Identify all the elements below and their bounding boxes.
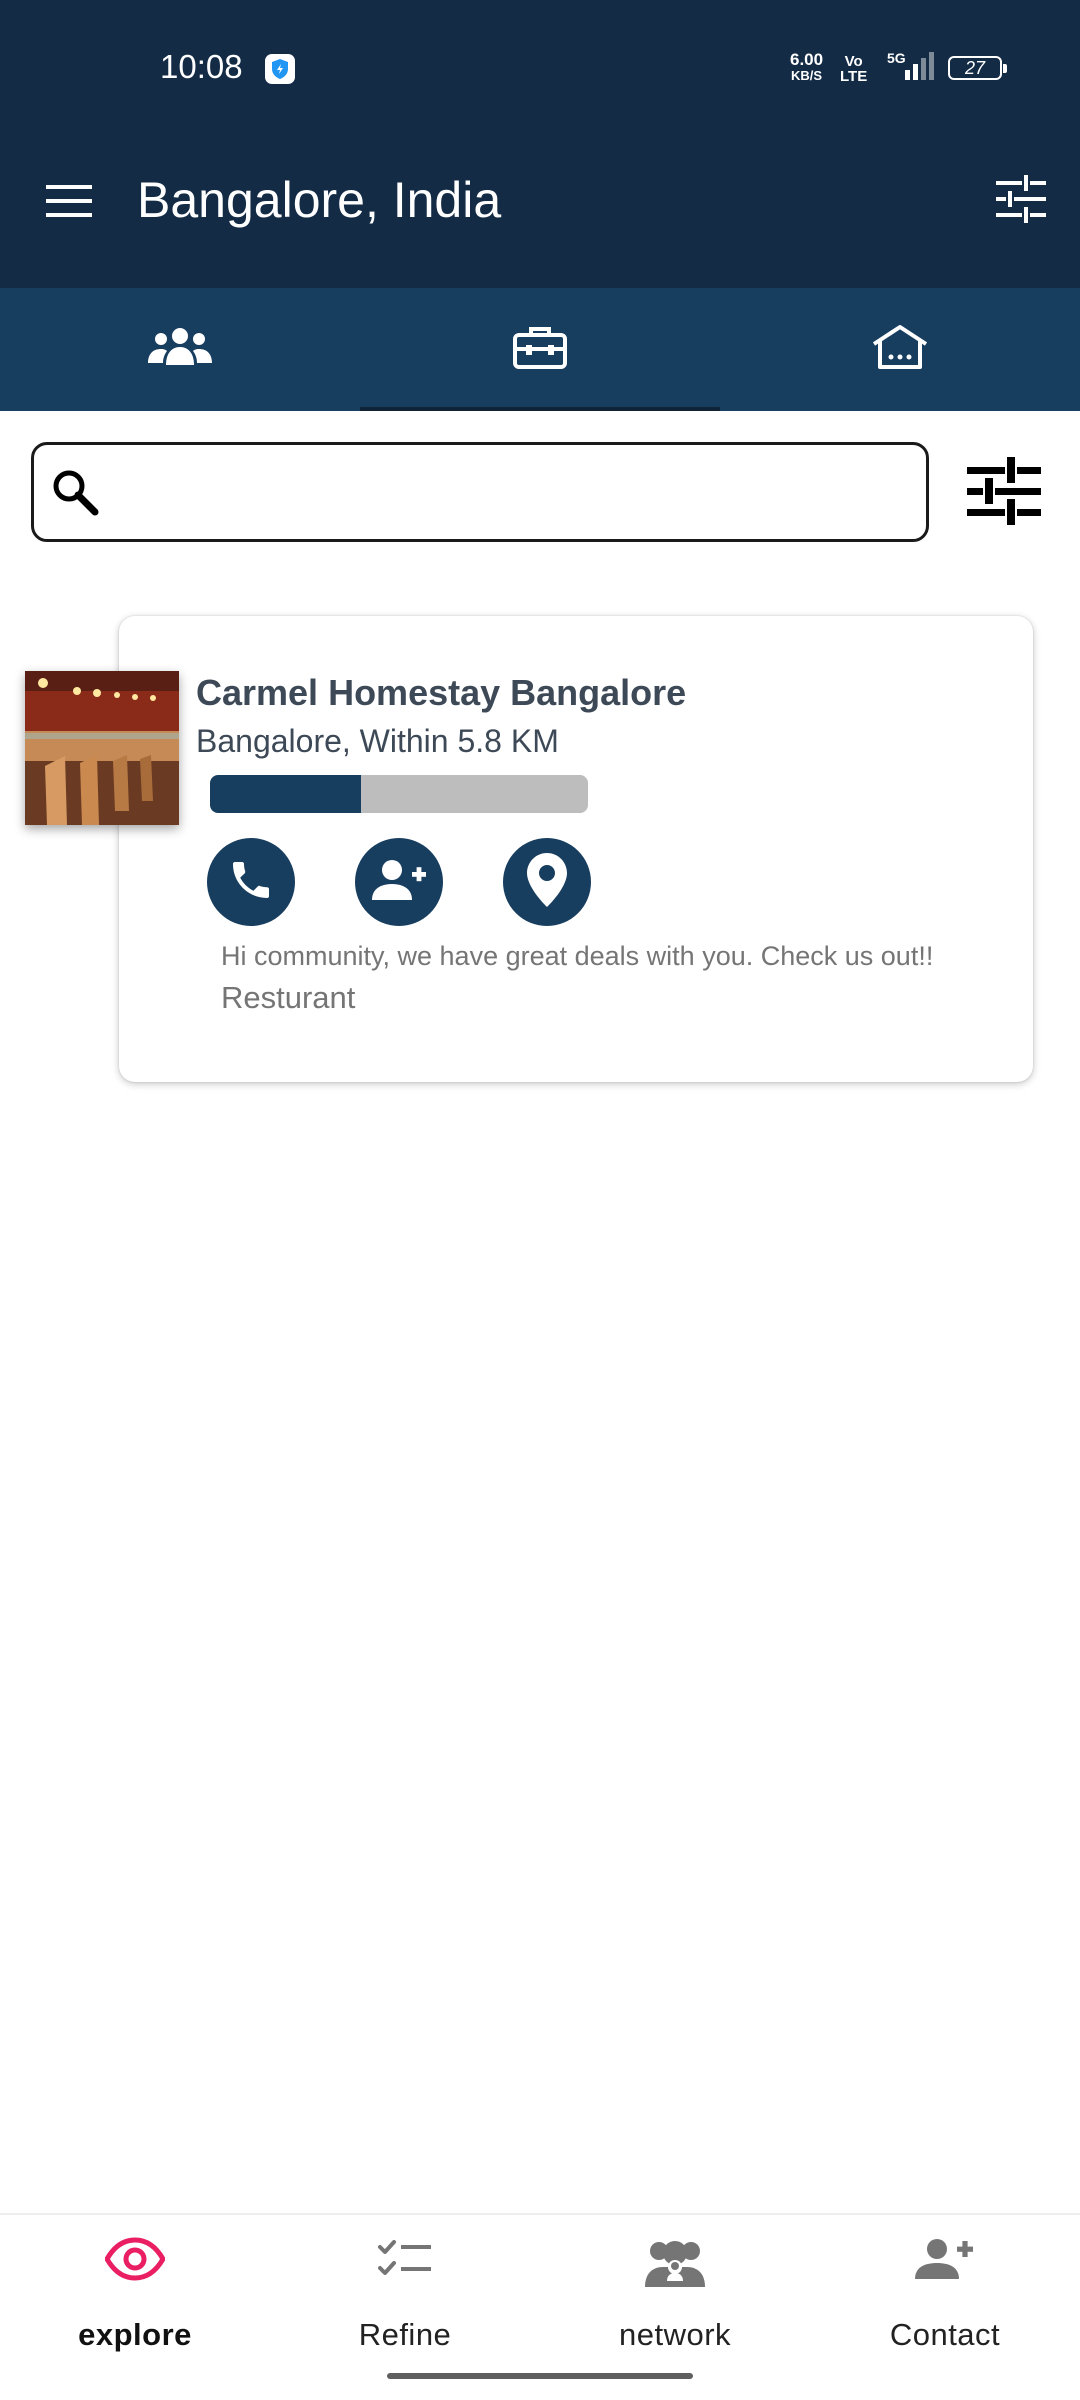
group-icon	[643, 2237, 707, 2294]
listing-distance: Bangalore, Within 5.8 KM	[196, 723, 559, 759]
add-person-icon	[915, 2237, 975, 2286]
nav-contact[interactable]: Contact	[810, 2215, 1080, 2400]
page-title: Bangalore, India	[137, 172, 502, 228]
volte-top: Vo	[844, 53, 863, 70]
menu-icon[interactable]	[46, 181, 94, 221]
nav-explore[interactable]: explore	[0, 2215, 270, 2400]
app-root: 10:08 6.00 KB/S Vo LTE 5G 27 Bangalore, …	[0, 0, 1080, 2400]
add-contact-icon	[372, 858, 426, 907]
signal-icon: 5G	[883, 50, 939, 89]
listing-title[interactable]: Carmel Homestay Bangalore	[196, 672, 686, 714]
briefcase-icon	[513, 325, 567, 374]
app-bar: Bangalore, India	[0, 135, 1080, 288]
tune-icon[interactable]	[996, 175, 1046, 228]
volte-indicator: Vo LTE	[840, 54, 867, 84]
home-indicator[interactable]	[387, 2373, 693, 2379]
nav-refine-label: Refine	[358, 2317, 452, 2352]
listing-message: Hi community, we have great deals with y…	[221, 941, 934, 971]
call-button[interactable]	[207, 838, 295, 926]
network-speed-unit: KB/S	[791, 68, 823, 83]
home-icon	[871, 324, 929, 375]
category-tabs	[0, 288, 1080, 411]
shield-icon	[265, 54, 295, 84]
nav-network-label: network	[618, 2317, 732, 2352]
phone-icon	[227, 856, 275, 909]
battery-indicator: 27	[948, 56, 1007, 80]
status-time: 10:08	[160, 48, 243, 85]
bottom-navigation: explore Refine network Contact	[0, 2213, 1080, 2400]
network-speed: 6.00 KB/S	[790, 50, 824, 84]
directions-button[interactable]	[503, 838, 591, 926]
eye-icon	[104, 2237, 166, 2286]
listing-category: Resturant	[221, 980, 356, 1015]
listing-progress-fill	[210, 775, 362, 813]
nav-explore-label: explore	[78, 2317, 192, 2352]
network-speed-value: 6.00	[790, 50, 824, 69]
checklist-icon	[377, 2237, 433, 2286]
search-box	[31, 442, 929, 542]
search-icon	[50, 467, 100, 522]
people-icon	[148, 327, 212, 372]
tab-business[interactable]	[360, 288, 720, 411]
network-type: 5G	[887, 50, 906, 66]
listing-thumbnail[interactable]	[25, 671, 179, 825]
search-input[interactable]	[118, 459, 908, 525]
volte-bottom: LTE	[840, 68, 868, 85]
listing-progress-bar	[210, 775, 588, 813]
status-bar: 10:08 6.00 KB/S Vo LTE 5G 27	[0, 0, 1080, 135]
nav-contact-label: Contact	[889, 2317, 1001, 2352]
filter-icon[interactable]	[967, 455, 1041, 532]
add-contact-button[interactable]	[355, 838, 443, 926]
tab-home[interactable]	[720, 288, 1080, 411]
tab-people[interactable]	[0, 288, 360, 411]
location-pin-icon	[527, 852, 567, 912]
